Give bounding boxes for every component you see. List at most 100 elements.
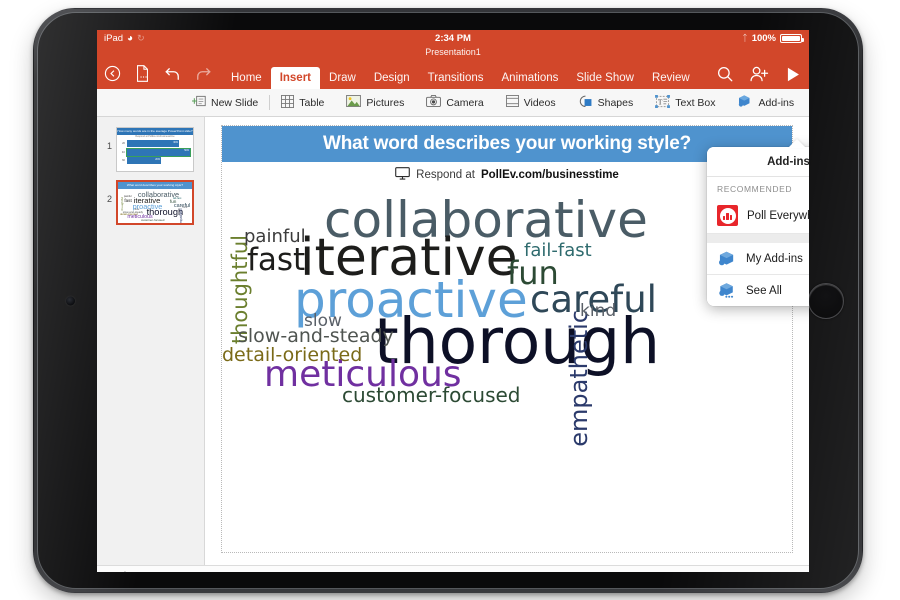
ribbon-tabs: Home Insert Draw Design Transitions Anim… [222, 58, 699, 89]
shapes-button[interactable]: Shapes [567, 89, 645, 117]
thumbnail-row-1[interactable]: 1 How many words are in the average Powe… [97, 123, 204, 176]
camera-label: Camera [446, 97, 483, 109]
redo-icon[interactable] [193, 64, 212, 83]
respond-url: PollEv.com/businesstime [481, 169, 619, 181]
thumbnail-number-1: 1 [102, 127, 112, 151]
status-bar-left: iPad ◕ ↻ [104, 30, 145, 47]
share-add-person-icon[interactable] [749, 64, 769, 84]
tab-animations[interactable]: Animations [493, 67, 568, 89]
thumbnail-1-bar-percent: 30% [173, 141, 178, 144]
popover-item-poll-everywhere[interactable]: Poll Everywhere [707, 198, 809, 234]
wordcloud-word: fun [507, 257, 559, 289]
thumbnail-2-wordcloud: thoroughcollaborativeiterativeproactivem… [118, 189, 192, 225]
pictures-label: Pictures [366, 97, 404, 109]
new-slide-button[interactable]: New Slide [181, 89, 269, 117]
battery-percent-label: 100% [752, 30, 776, 47]
status-bar-right: ᛏ 100% [742, 30, 802, 47]
camera-button[interactable]: Camera [415, 89, 494, 117]
thumbnail-wordcloud-word: slow [134, 209, 139, 212]
wordcloud-word: painful [244, 228, 306, 246]
popover-item-label: Poll Everywhere [747, 210, 809, 222]
wifi-icon: ◕ [127, 30, 133, 47]
thumbnail-1-bar-row: 60 20% [120, 157, 190, 164]
add-ins-button[interactable]: Add-ins [727, 89, 806, 117]
thumbnail-2-title: What word describes your working style? [118, 182, 192, 189]
ribbon-bar: Home Insert Draw Design Transitions Anim… [97, 58, 809, 89]
wordcloud-word: kind [580, 303, 616, 320]
file-options-icon[interactable] [133, 64, 152, 83]
bluetooth-icon: ᛏ [742, 30, 747, 47]
videos-label: Videos [524, 97, 556, 109]
popover-section-label: RECOMMENDED [707, 177, 809, 198]
thumbnail-1-bar: 30% [127, 140, 179, 147]
popover-divider [707, 234, 809, 243]
present-play-icon[interactable] [783, 64, 803, 84]
thumbnail-wordcloud-word: thoughtful [121, 197, 124, 211]
new-slide-label: New Slide [211, 97, 258, 109]
videos-button[interactable]: Videos [495, 89, 567, 117]
thumbnail-wordcloud-word: empathetic [180, 208, 184, 225]
thumbnail-wordcloud-word: fast [124, 199, 131, 204]
wordcloud-word: fail-fast [524, 242, 592, 260]
tab-home[interactable]: Home [222, 67, 271, 89]
add-ins-label: Add-ins [759, 97, 795, 109]
slide-thumbnail-panel[interactable]: 1 How many words are in the average Powe… [97, 117, 205, 565]
text-box-icon: T [655, 95, 670, 111]
undo-icon[interactable] [163, 64, 182, 83]
thumbnail-number-2: 2 [102, 180, 112, 204]
text-box-label: Text Box [675, 97, 715, 109]
thumbnail-1-bar-label: 60 [120, 159, 125, 162]
thumbnail-wordcloud-word: fail-fast [173, 198, 181, 201]
sync-icon: ↻ [137, 30, 145, 47]
add-ins-popover[interactable]: Add-ins RECOMMENDED Poll Everywhere [707, 147, 809, 306]
pictures-button[interactable]: Pictures [335, 89, 415, 117]
thumbnail-wordcloud-word: painful [124, 196, 132, 199]
pictures-icon [346, 95, 361, 110]
popover-item-label: See All [746, 285, 782, 297]
thumbnail-1-bar-label: 40 [120, 151, 125, 154]
table-button[interactable]: Table [270, 89, 335, 117]
wordcloud-word: empathetic [567, 310, 591, 447]
notes-button[interactable]: Notes [757, 571, 797, 572]
new-slide-icon [192, 95, 206, 110]
table-label: Table [299, 97, 324, 109]
chevron-up-icon [788, 571, 797, 572]
shapes-icon [578, 95, 593, 111]
search-icon[interactable] [715, 64, 735, 84]
thumbnail-wordcloud-word: kind [183, 207, 188, 210]
popover-item-label: My Add-ins [746, 253, 803, 265]
ribbon-left-icons [103, 64, 212, 89]
thumbnail-1-chart: 20 30% 40 50% 60 [117, 139, 193, 167]
slide-thumbnail-1[interactable]: How many words are in the average PowerP… [116, 127, 194, 172]
shapes-label: Shapes [598, 97, 634, 109]
ios-status-bar: iPad ◕ ↻ 2:34 PM ᛏ 100% [97, 30, 809, 47]
wordcloud-word: customer-focused [342, 385, 521, 405]
tab-insert[interactable]: Insert [271, 67, 320, 89]
popover-item-see-all[interactable]: See All [707, 275, 809, 306]
carrier-label: iPad [104, 30, 123, 47]
tab-slide-show[interactable]: Slide Show [567, 67, 643, 89]
respond-prefix: Respond at [416, 169, 475, 181]
editor-body: 1 How many words are in the average Powe… [97, 117, 809, 565]
tab-design[interactable]: Design [365, 67, 419, 89]
insert-command-bar: New Slide Table Pictures [97, 89, 809, 117]
popover-arrow [788, 139, 806, 148]
slide-thumbnail-2[interactable]: What word describes your working style? … [116, 180, 194, 225]
thumbnail-1-bar: 20% [127, 157, 161, 164]
wordcloud-word: slow [304, 313, 342, 330]
tab-review[interactable]: Review [643, 67, 699, 89]
text-box-button[interactable]: T Text Box [644, 89, 726, 117]
app-screen: iPad ◕ ↻ 2:34 PM ᛏ 100% Presentation1 [97, 30, 809, 572]
back-icon[interactable] [103, 64, 122, 83]
home-button[interactable] [808, 283, 844, 319]
poll-everywhere-logo [717, 205, 738, 226]
add-ins-icon [738, 94, 754, 111]
thumbnail-row-2[interactable]: 2 What word describes your working style… [97, 176, 204, 229]
thumbnail-1-bar-label: 20 [120, 142, 125, 145]
popover-title: Add-ins [707, 147, 809, 177]
tab-draw[interactable]: Draw [320, 67, 365, 89]
popover-item-my-add-ins[interactable]: My Add-ins [707, 243, 809, 275]
status-bar-time: 2:34 PM [97, 30, 809, 47]
tab-transitions[interactable]: Transitions [419, 67, 493, 89]
slide-counter: 2 of 2 [109, 571, 134, 572]
